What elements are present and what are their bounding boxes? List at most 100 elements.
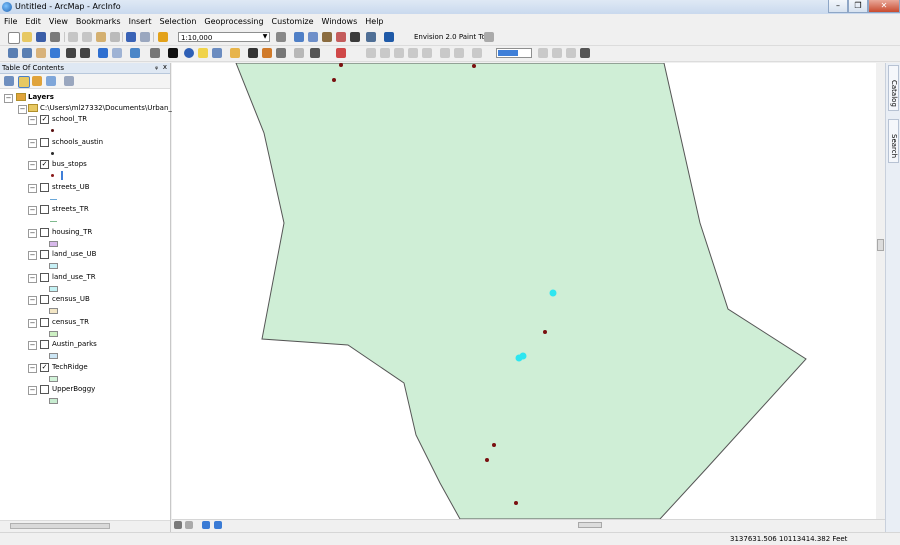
create-viewer-window-icon[interactable]	[310, 48, 320, 58]
school-point[interactable]	[472, 64, 476, 68]
layer-visibility-checkbox[interactable]	[40, 317, 49, 327]
html-popup-icon[interactable]	[212, 48, 222, 58]
school-point[interactable]	[492, 443, 496, 447]
add-data-icon[interactable]	[158, 32, 168, 42]
layer-name[interactable]: census_TR	[52, 318, 89, 326]
toc-close-icon[interactable]: x	[163, 63, 167, 71]
layer-visibility-checkbox[interactable]	[40, 295, 49, 304]
collapse-icon[interactable]: −	[28, 363, 37, 373]
paint-option-3-icon[interactable]	[394, 48, 404, 58]
pause-drawing-icon[interactable]	[214, 521, 222, 529]
layer-row-upperboggy[interactable]: − UpperBoggy	[0, 385, 170, 396]
collapse-icon[interactable]: −	[28, 318, 37, 328]
print-icon[interactable]	[50, 32, 60, 42]
list-by-visibility-icon[interactable]	[32, 76, 42, 86]
open-folder-icon[interactable]	[22, 32, 32, 42]
whats-this-help-icon[interactable]	[384, 32, 394, 42]
search-window-icon[interactable]	[322, 32, 332, 42]
paint-color-combo[interactable]	[496, 48, 532, 58]
layer-visibility-checkbox[interactable]: ✓	[40, 362, 49, 372]
layer-name[interactable]: school_TR	[52, 115, 87, 123]
bus-stop-point[interactable]	[519, 352, 527, 360]
data-view-icon[interactable]	[174, 521, 182, 529]
menu-view[interactable]: View	[45, 17, 72, 26]
layer-visibility-checkbox[interactable]	[40, 227, 49, 237]
layers-root-row[interactable]: − Layers	[0, 93, 170, 104]
pin-icon[interactable]: ᵩ	[155, 63, 158, 71]
layer-visibility-checkbox[interactable]	[40, 385, 49, 394]
collapse-icon[interactable]: −	[28, 341, 37, 350]
layer-name[interactable]: Austin_parks	[52, 340, 97, 348]
collapse-icon[interactable]: −	[28, 161, 37, 170]
layer-row-school-tr[interactable]: − ✓ school_TR	[0, 115, 170, 126]
collapse-icon[interactable]: −	[28, 206, 37, 215]
menu-file[interactable]: File	[0, 17, 21, 26]
editor-toolbar-icon[interactable]	[276, 32, 286, 42]
arctoolbox-icon[interactable]	[336, 32, 346, 42]
folder-row[interactable]: − C:\Users\ml27332\Documents\Urban_F	[0, 104, 176, 115]
paint-option-2-icon[interactable]	[380, 48, 390, 58]
fill-symbol-icon[interactable]	[49, 398, 58, 404]
undo-icon[interactable]	[126, 32, 136, 42]
layer-row-streets-tr[interactable]: − streets_TR	[0, 205, 170, 216]
identify-icon[interactable]	[184, 48, 194, 58]
fill-symbol-icon[interactable]	[49, 375, 58, 382]
collapse-icon[interactable]: −	[28, 228, 37, 238]
layer-row-bus-stops[interactable]: − ✓ bus_stops	[0, 160, 170, 171]
list-by-drawing-order-icon[interactable]	[4, 76, 14, 86]
collapse-icon[interactable]: −	[4, 94, 13, 103]
layer-name[interactable]: land_use_TR	[52, 273, 96, 281]
save-icon[interactable]	[36, 32, 46, 42]
fixed-zoom-out-icon[interactable]	[80, 48, 90, 58]
layer-row-austin-parks[interactable]: − Austin_parks	[0, 340, 170, 351]
point-symbol-icon[interactable]	[51, 174, 54, 177]
collapse-icon[interactable]: −	[28, 386, 37, 395]
layer-name[interactable]: census_UB	[52, 295, 90, 303]
zoom-out-icon[interactable]	[22, 48, 32, 58]
chevron-down-icon[interactable]: ▼	[261, 33, 269, 41]
menu-selection[interactable]: Selection	[156, 17, 201, 26]
toc-options-icon[interactable]	[64, 76, 74, 86]
fill-symbol-icon[interactable]	[49, 353, 58, 359]
line-symbol-icon[interactable]	[50, 198, 57, 200]
point-symbol-icon[interactable]	[51, 129, 54, 132]
new-document-icon[interactable]	[8, 32, 20, 44]
paint-option-5-icon[interactable]	[422, 48, 432, 58]
measure-icon[interactable]	[230, 48, 240, 58]
line-symbol-icon[interactable]	[50, 221, 57, 222]
menu-customize[interactable]: Customize	[268, 17, 318, 26]
layer-name[interactable]: housing_TR	[52, 228, 92, 236]
layer-row-streets-ub[interactable]: − streets_UB	[0, 182, 170, 194]
full-extent-globe-icon[interactable]	[50, 48, 60, 58]
paint-option-4-icon[interactable]	[408, 48, 418, 58]
point-symbol-icon[interactable]	[51, 151, 54, 155]
map-vertical-scrollbar[interactable]	[876, 63, 885, 519]
paint-option-8-icon[interactable]	[472, 48, 482, 58]
collapse-icon[interactable]: −	[28, 273, 37, 283]
close-button[interactable]: ✕	[868, 0, 900, 13]
layer-row-techridge[interactable]: − ✓ TechRidge	[0, 362, 170, 374]
search-tab[interactable]: Search	[888, 119, 899, 163]
list-by-selection-icon[interactable]	[46, 76, 56, 86]
layer-name[interactable]: land_use_UB	[52, 250, 96, 258]
map-hscroll-thumb[interactable]	[578, 522, 602, 528]
layer-visibility-checkbox[interactable]	[40, 137, 49, 147]
collapse-icon[interactable]: −	[28, 251, 37, 260]
go-to-xy-icon[interactable]	[276, 48, 286, 58]
zoom-in-icon[interactable]	[8, 48, 18, 58]
layer-name[interactable]: streets_UB	[52, 183, 90, 191]
layer-visibility-checkbox[interactable]	[40, 340, 49, 349]
catalog-window-icon[interactable]	[308, 32, 318, 42]
restore-button[interactable]: ❐	[848, 0, 868, 13]
layer-row-land-use-tr[interactable]: − land_use_TR	[0, 272, 170, 284]
layer-name[interactable]: schools_austin	[52, 138, 103, 146]
table-of-contents-icon[interactable]	[294, 32, 304, 42]
layer-visibility-checkbox[interactable]: ✓	[40, 160, 49, 169]
select-features-icon[interactable]	[130, 48, 140, 58]
layer-name[interactable]: bus_stops	[52, 160, 87, 168]
paint-option-11-icon[interactable]	[566, 48, 576, 58]
school-point[interactable]	[485, 458, 489, 462]
paste-icon[interactable]	[96, 32, 106, 42]
collapse-icon[interactable]: −	[28, 116, 37, 125]
layer-row-land-use-ub[interactable]: − land_use_UB	[0, 250, 170, 261]
